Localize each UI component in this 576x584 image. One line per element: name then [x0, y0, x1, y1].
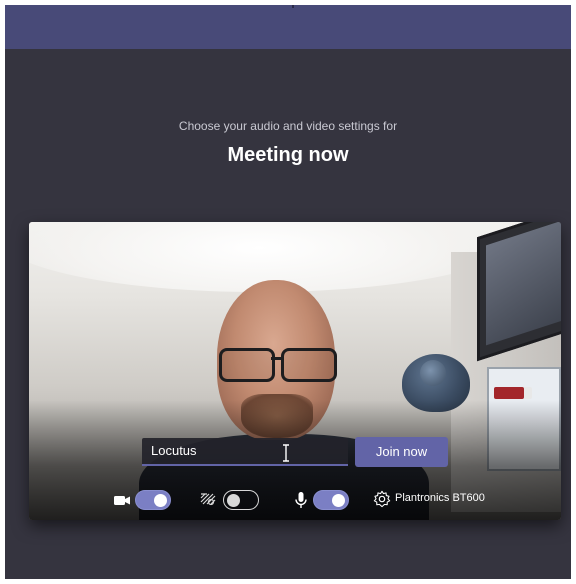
microphone-toggle[interactable]: [313, 490, 349, 510]
title-bar: [5, 5, 571, 49]
microphone-icon: [291, 490, 311, 510]
join-now-button[interactable]: Join now: [355, 437, 448, 467]
background-effects-control: [199, 490, 261, 510]
glasses-lens-right: [281, 348, 337, 382]
camera-control: [113, 490, 173, 510]
prejoin-subtitle: Choose your audio and video settings for: [178, 119, 398, 133]
camera-toggle-knob: [154, 494, 167, 507]
background-effects-toggle-knob: [227, 493, 240, 507]
text-cursor-icon: [281, 444, 291, 462]
monitor-screen: [486, 222, 561, 346]
background-blur-icon: [199, 490, 219, 510]
helmet-dome: [420, 360, 446, 386]
person-glasses: [217, 348, 337, 382]
background-red-object: [494, 387, 524, 399]
gear-icon[interactable]: [373, 490, 393, 510]
teams-prejoin-window: Choose your audio and video settings for…: [5, 5, 571, 579]
camera-preview: Locutus Join now Plantronics BT600: [29, 222, 561, 520]
meeting-title: Meeting now: [227, 144, 349, 166]
microphone-toggle-knob: [332, 494, 345, 507]
glasses-lens-left: [219, 348, 275, 382]
camera-toggle[interactable]: [135, 490, 171, 510]
video-camera-icon: [113, 490, 133, 510]
microphone-control: [291, 490, 351, 510]
name-input[interactable]: Locutus: [142, 438, 348, 466]
title-bar-notch: [292, 5, 294, 8]
audio-device-label[interactable]: Plantronics BT600: [395, 492, 485, 504]
camera-feed: [29, 222, 561, 520]
background-effects-toggle[interactable]: [223, 490, 259, 510]
